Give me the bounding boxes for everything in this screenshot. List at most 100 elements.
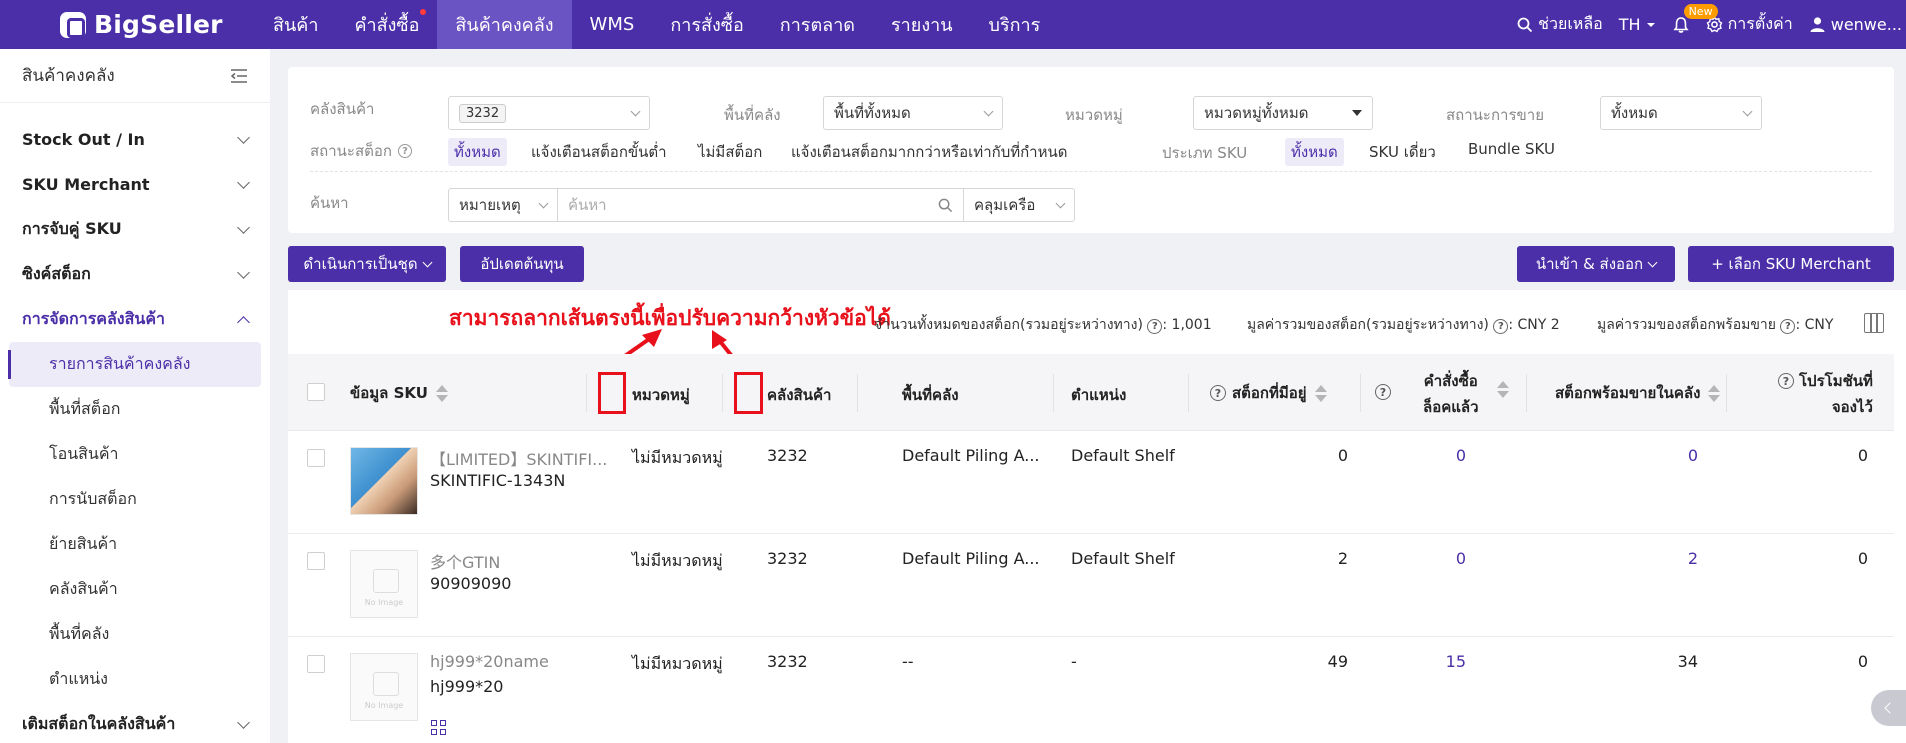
sidebar-item-stock-area[interactable]: พื้นที่สต็อก — [9, 387, 261, 432]
table-row[interactable]: No Image 多个GTIN 90909090 ไม่มีหมวดหมู่ 3… — [288, 534, 1894, 637]
column-resize-handle[interactable] — [857, 374, 858, 412]
stock-status-option-low[interactable]: แจ้งเตือนสต็อกขั้นต่ำ — [531, 140, 667, 164]
column-resize-handle[interactable] — [586, 374, 587, 412]
warehouse-select[interactable]: 3232 — [448, 96, 650, 130]
nav-orders[interactable]: คำสั่งซื้อ — [336, 0, 437, 49]
help-icon[interactable]: ? — [397, 144, 412, 158]
help-label: ช่วยเหลือ — [1538, 14, 1603, 33]
chevron-down-icon — [538, 198, 549, 208]
sidebar-group-sku-mapping[interactable]: การจับคู่ SKU — [0, 207, 270, 252]
sidebar-group-sku-merchant[interactable]: SKU Merchant — [0, 162, 270, 207]
cell-locked[interactable]: 0 — [1396, 549, 1466, 568]
collapse-menu-icon[interactable] — [230, 68, 248, 84]
column-resize-handle[interactable] — [1360, 374, 1361, 412]
zone-select[interactable]: พื้นที่ทั้งหมด — [823, 96, 1003, 130]
sidebar-item-locations[interactable]: ตำแหน่ง — [9, 657, 261, 702]
column-resize-handle[interactable] — [1188, 374, 1189, 412]
sidebar-group-sync-stock[interactable]: ซิงค์สต็อก — [0, 252, 270, 297]
column-resize-handle[interactable] — [1053, 374, 1054, 412]
stock-status-option-out[interactable]: ไม่มีสต็อก — [698, 140, 762, 164]
search-field-select[interactable]: หมายเหตุ — [448, 188, 558, 222]
settings-link[interactable]: การตั้งค่า — [1706, 12, 1793, 37]
select-sku-merchant-button[interactable]: + เลือก SKU Merchant — [1688, 246, 1894, 282]
cell-locked[interactable]: 15 — [1396, 652, 1466, 671]
nav-reports[interactable]: รายงาน — [873, 0, 971, 49]
table-row[interactable]: No Image hj999*20name hj999*20 ไม่มีหมวด… — [288, 637, 1894, 743]
sidebar-group-stock-out-in[interactable]: Stock Out / In — [0, 117, 270, 162]
product-name[interactable]: hj999*20name — [430, 652, 549, 671]
column-resize-handle[interactable] — [1726, 374, 1727, 412]
sort-icon[interactable] — [1708, 384, 1721, 402]
help-icon[interactable]: ? — [1210, 385, 1226, 401]
column-locked-sort[interactable] — [1495, 381, 1509, 398]
highlight-resize-handle — [734, 372, 763, 414]
select-all-checkbox[interactable] — [307, 383, 325, 401]
cell-sellable[interactable]: 0 — [1588, 446, 1698, 465]
brand-logo[interactable]: BigSeller — [0, 10, 255, 39]
search-mode-select[interactable]: คลุมเครือ — [963, 188, 1075, 222]
sidebar-item-transfer[interactable]: โอนสินค้า — [9, 432, 261, 477]
sidebar-item-inventory-list[interactable]: รายการสินค้าคงคลัง — [8, 342, 261, 387]
column-settings-icon[interactable] — [1864, 313, 1884, 333]
nav-wms[interactable]: WMS — [572, 0, 653, 49]
sku-type-option-all[interactable]: ทั้งหมด — [1285, 138, 1344, 166]
product-image-placeholder[interactable]: No Image — [350, 550, 418, 618]
column-resize-handle[interactable] — [1526, 374, 1527, 412]
row-checkbox[interactable] — [307, 655, 325, 673]
sidebar-group-replenishment[interactable]: เติมสต็อกในคลังสินค้า — [0, 702, 270, 743]
product-sku: hj999*20 — [430, 677, 504, 696]
import-export-button[interactable]: นำเข้า & ส่งออก — [1517, 246, 1675, 282]
sku-type-option-single[interactable]: SKU เดี่ยว — [1369, 140, 1436, 164]
product-image[interactable] — [350, 447, 418, 515]
help-icon[interactable]: ? — [1147, 319, 1163, 334]
sidebar-item-stock-count[interactable]: การนับสต็อก — [9, 477, 261, 522]
product-name[interactable]: 【LIMITED】SKINTIFI... — [430, 446, 607, 470]
nav-purchase[interactable]: การสั่งซื้อ — [652, 0, 761, 49]
sidebar-group-warehouse-management[interactable]: การจัดการคลังสินค้า — [0, 297, 270, 342]
notification-dot — [420, 9, 427, 15]
help-icon[interactable]: ? — [1780, 319, 1796, 334]
sidebar-item-warehouses[interactable]: คลังสินค้า — [9, 567, 261, 612]
sale-status-select[interactable]: ทั้งหมด — [1600, 96, 1762, 130]
column-on-hand[interactable]: ? สต็อกที่มีอยู่ — [1210, 381, 1327, 405]
sidebar-item-zones[interactable]: พื้นที่คลัง — [9, 612, 261, 657]
help-icon[interactable]: ? — [1778, 373, 1794, 389]
row-checkbox[interactable] — [307, 449, 325, 467]
cell-category: ไม่มีหมวดหมู่ — [632, 551, 723, 570]
sort-icon[interactable] — [435, 384, 448, 402]
cell-locked[interactable]: 0 — [1396, 446, 1466, 465]
filter-divider — [310, 171, 1872, 172]
product-image-placeholder[interactable]: No Image — [350, 653, 418, 721]
language-select[interactable]: TH — [1619, 15, 1656, 34]
sort-icon[interactable] — [1314, 384, 1327, 402]
table-row[interactable]: 【LIMITED】SKINTIFI... SKINTIFIC-1343N ไม่… — [288, 431, 1894, 534]
notifications-button[interactable]: New — [1672, 3, 1718, 34]
search-input[interactable]: ค้นหา — [557, 188, 964, 222]
help-link[interactable]: ช่วยเหลือ — [1517, 12, 1603, 37]
update-cost-button[interactable]: อัปเดตต้นทุน — [460, 246, 584, 282]
cell-sellable[interactable]: 2 — [1588, 549, 1698, 568]
nav-marketing[interactable]: การตลาด — [762, 0, 873, 49]
bulk-actions-button[interactable]: ดำเนินการเป็นชุด — [288, 246, 446, 282]
user-menu[interactable]: wenwe... — [1809, 15, 1902, 34]
nav-services[interactable]: บริการ — [971, 0, 1059, 49]
stock-status-option-over[interactable]: แจ้งเตือนสต็อกมากกว่าหรือเท่ากับที่กำหนด — [791, 140, 1068, 164]
help-icon[interactable]: ? — [1493, 319, 1509, 334]
product-sku: 90909090 — [430, 574, 512, 593]
column-sku-info[interactable]: ข้อมูล SKU — [350, 381, 448, 405]
scroll-back-button[interactable] — [1871, 690, 1906, 726]
column-sellable[interactable]: สต็อกพร้อมขายในคลัง — [1555, 381, 1721, 405]
nav-inventory[interactable]: สินค้าคงคลัง — [437, 0, 572, 49]
row-checkbox[interactable] — [307, 552, 325, 570]
nav-products[interactable]: สินค้า — [255, 0, 336, 49]
help-icon[interactable]: ? — [1375, 384, 1391, 400]
product-name[interactable]: 多个GTIN — [430, 549, 500, 573]
sort-icon[interactable] — [1497, 381, 1509, 398]
column-resize-handle[interactable] — [722, 374, 723, 412]
stock-status-option-all[interactable]: ทั้งหมด — [448, 138, 507, 166]
sidebar-item-move-goods[interactable]: ย้ายสินค้า — [9, 522, 261, 567]
bundle-grid-icon[interactable] — [431, 720, 447, 736]
category-select[interactable]: หมวดหมู่ทั้งหมด — [1193, 96, 1373, 130]
search-icon[interactable] — [938, 198, 953, 213]
sku-type-option-bundle[interactable]: Bundle SKU — [1468, 140, 1555, 158]
